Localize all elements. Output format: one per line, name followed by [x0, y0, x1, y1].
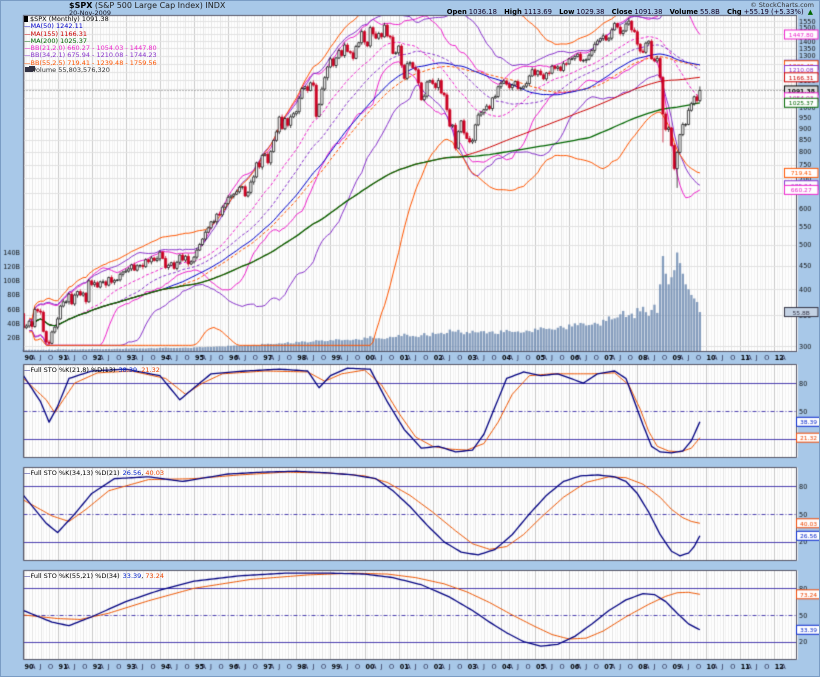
- quote-line: Open 1036.18 High 1113.69 Low 1029.38 Close…: [442, 8, 813, 16]
- quote-high-label: High: [504, 8, 522, 16]
- stoch2-label-text: Full STO %K(34,13) %D(21): [30, 469, 120, 477]
- quote-chg-label: Chg: [726, 8, 742, 16]
- quote-close-value: 1091.38: [634, 8, 663, 16]
- quote-low-label: Low: [559, 8, 575, 16]
- stoch1-d-value: 21.32: [141, 366, 160, 374]
- legend-item-volume: Volume 55,803,576,320: [24, 66, 157, 75]
- up-arrow-icon: ▲: [807, 8, 813, 16]
- stoch1-swatch-icon: —: [24, 366, 30, 374]
- quote-low-value: 1029.38: [576, 8, 605, 16]
- legend-volume-text: Volume 55,803,576,320: [32, 66, 110, 75]
- stockcharts-chart-page: $SPX (S&P 500 Large Cap Index) INDX © St…: [0, 0, 820, 677]
- stoch3-d-value: 73.24: [145, 572, 165, 580]
- stoch1-label-text: Full STO %K(21,8) %D(13): [30, 366, 116, 374]
- quote-chg-value: +55.19 (+5.33%): [743, 8, 804, 16]
- stoch2-d-value: 40.03: [145, 469, 165, 477]
- stoch3-swatch-icon: —: [24, 572, 30, 580]
- stoch1-k-value: 38.39: [118, 366, 138, 374]
- quote-open-label: Open: [446, 8, 467, 16]
- stoch-panel-1-label: —Full STO %K(21,8) %D(13) 38.39, 21.32: [24, 366, 160, 374]
- quote-close-label: Close: [611, 8, 633, 16]
- stoch-panel-2-label: —Full STO %K(34,13) %D(21) 26.56, 40.03: [24, 469, 164, 477]
- stoch3-k-value: 33.39: [122, 572, 142, 580]
- symbol-name: (S&P 500 Large Cap Index) INDX: [94, 1, 226, 10]
- stoch-panel-3-label: —Full STO %K(55,21) %D(34) 33.39, 73.24: [24, 572, 164, 580]
- quote-volume-label: Volume: [669, 8, 699, 16]
- stoch3-label-text: Full STO %K(55,21) %D(34): [30, 572, 120, 580]
- candlestick-icon: [24, 16, 28, 22]
- main-chart-legend: $SPX (Monthly) 1091.38 —MA(50) 1242.11 —…: [24, 15, 157, 75]
- bb55-swatch-icon: —: [24, 58, 30, 67]
- quote-volume-value: 55.8B: [700, 8, 720, 16]
- volume-bars-icon: [25, 67, 31, 73]
- quote-high-value: 1113.69: [523, 8, 552, 16]
- stoch2-k-value: 26.56: [122, 469, 142, 477]
- stoch2-swatch-icon: —: [24, 469, 30, 477]
- quote-open-value: 1036.18: [468, 8, 497, 16]
